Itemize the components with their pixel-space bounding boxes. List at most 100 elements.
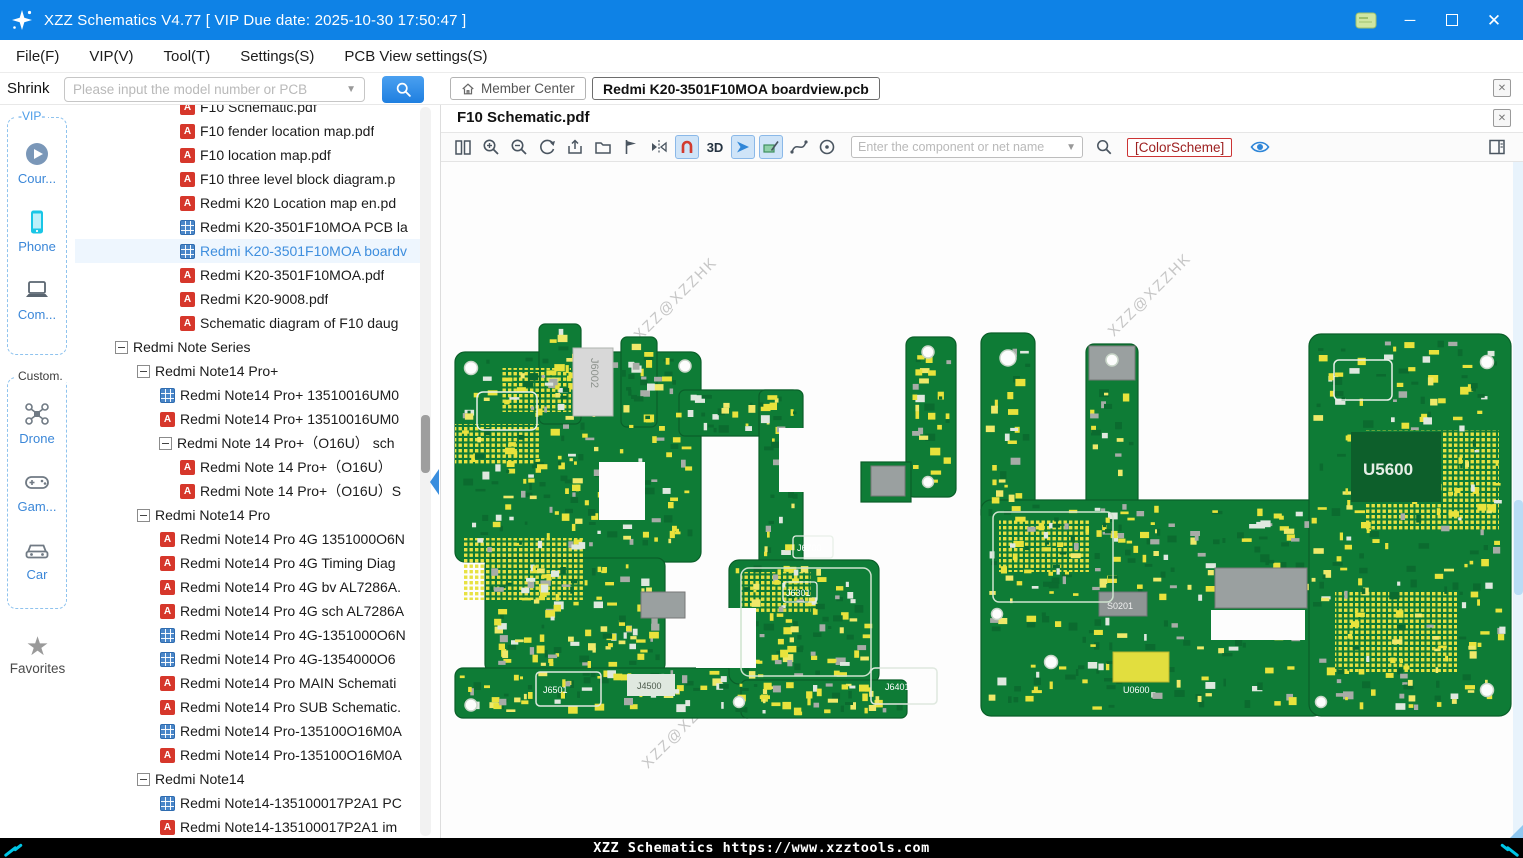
tree-item[interactable]: Redmi Note14 Pro+ 13510016UM0: [75, 407, 420, 431]
viewer-scrollbar-thumb[interactable]: [1514, 500, 1523, 595]
tree-item[interactable]: Redmi K20-3501F10MOA boardv: [75, 239, 420, 263]
pdf-file-icon[interactable]: [180, 267, 195, 283]
tree-item[interactable]: Redmi Note14 Pro 4G bv AL7286A.: [75, 575, 420, 599]
menu-settings[interactable]: Settings(S): [240, 48, 314, 65]
pdf-file-icon[interactable]: [180, 105, 195, 115]
tree-item[interactable]: Redmi Note14 Pro 4G Timing Diag: [75, 551, 420, 575]
component-search-button[interactable]: [1095, 138, 1113, 156]
tree-item[interactable]: Redmi K20 Location map en.pd: [75, 191, 420, 215]
highlight-net-button[interactable]: [675, 135, 699, 159]
tree-item[interactable]: Redmi Note14 Pro SUB Schematic.: [75, 695, 420, 719]
split-view-button[interactable]: [451, 135, 475, 159]
tree-item[interactable]: Redmi Note 14 Pro+（O16U）S: [75, 479, 420, 503]
flag-button[interactable]: [619, 135, 643, 159]
boardview-file-icon[interactable]: [160, 387, 175, 403]
tree-item[interactable]: Redmi K20-3501F10MOA.pdf: [75, 263, 420, 287]
tree-item[interactable]: F10 Schematic.pdf: [75, 105, 420, 119]
viewer-scrollbar[interactable]: [1513, 162, 1523, 838]
rail-item-computer[interactable]: Com...: [18, 276, 56, 322]
flip-top-button[interactable]: [563, 135, 587, 159]
collapse-expander-icon[interactable]: [115, 340, 128, 354]
pdf-file-icon[interactable]: [180, 171, 195, 187]
pdf-file-icon[interactable]: [180, 291, 195, 307]
tree-item[interactable]: Redmi Note14 Pro MAIN Schemati: [75, 671, 420, 695]
minimize-button[interactable]: ─: [1401, 11, 1419, 29]
tree-item[interactable]: Redmi Note14 Pro 4G sch AL7286A: [75, 599, 420, 623]
maximize-button[interactable]: [1443, 11, 1461, 29]
menu-file[interactable]: File(F): [16, 48, 59, 65]
collapse-expander-icon[interactable]: [137, 508, 150, 522]
pdf-file-icon[interactable]: [160, 555, 175, 571]
pdf-file-icon[interactable]: [160, 699, 175, 715]
rail-item-drone[interactable]: Drone: [19, 400, 55, 446]
pdf-file-icon[interactable]: [160, 531, 175, 547]
close-tab-row1-icon[interactable]: ✕: [1493, 79, 1511, 97]
tree-item[interactable]: Redmi Note14 Pro-135100O16M0A: [75, 743, 420, 767]
tree-scrollbar-thumb[interactable]: [421, 415, 430, 473]
flip-bottom-button[interactable]: [591, 135, 615, 159]
boardview-file-icon[interactable]: [180, 219, 195, 235]
tree-item[interactable]: F10 location map.pdf: [75, 143, 420, 167]
component-edit-button[interactable]: [759, 135, 783, 159]
tree-item[interactable]: Redmi K20-9008.pdf: [75, 287, 420, 311]
tab-boardview-pcb[interactable]: Redmi K20-3501F10MOA boardview.pcb: [592, 77, 880, 100]
threed-view-button[interactable]: 3D: [703, 135, 727, 159]
pcb-canvas[interactable]: XZZ@XZZHK XZZ@XZZHK XZZ@XZZHK J6002U5600…: [441, 162, 1523, 838]
measure-curve-button[interactable]: [787, 135, 811, 159]
collapse-expander-icon[interactable]: [137, 772, 150, 786]
pdf-file-icon[interactable]: [160, 675, 175, 691]
tree-group[interactable]: Redmi Note14 Pro+: [75, 359, 420, 383]
tree-group[interactable]: Redmi Note14 Pro: [75, 503, 420, 527]
tree-item[interactable]: Redmi Note14 Pro 4G-1351000O6N: [75, 623, 420, 647]
boardview-file-icon[interactable]: [180, 243, 195, 259]
menu-pcb-view-settings[interactable]: PCB View settings(S): [344, 48, 487, 65]
rail-item-game[interactable]: Gam...: [17, 468, 57, 514]
pdf-file-icon[interactable]: [160, 579, 175, 595]
colorscheme-button[interactable]: [ColorScheme]: [1127, 137, 1233, 157]
pdf-file-icon[interactable]: [180, 123, 195, 139]
pan-button[interactable]: [815, 135, 839, 159]
pdf-file-icon[interactable]: [180, 483, 195, 499]
close-button[interactable]: ✕: [1485, 11, 1503, 29]
collapse-expander-icon[interactable]: [137, 364, 150, 378]
menu-vip[interactable]: VIP(V): [89, 48, 133, 65]
rotate-button[interactable]: [535, 135, 559, 159]
chevron-down-icon[interactable]: ▼: [346, 84, 356, 95]
visibility-eye-icon[interactable]: [1250, 139, 1270, 155]
search-button[interactable]: [382, 76, 424, 103]
tree-item[interactable]: Redmi Note14 Pro 4G-1354000O6: [75, 647, 420, 671]
layers-panel-button[interactable]: [1487, 137, 1507, 157]
tree-group[interactable]: Redmi Note 14 Pro+（O16U） sch: [75, 431, 420, 455]
tree-item[interactable]: F10 three level block diagram.p: [75, 167, 420, 191]
tree-item[interactable]: F10 fender location map.pdf: [75, 119, 420, 143]
pdf-file-icon[interactable]: [180, 315, 195, 331]
collapse-panel-arrow[interactable]: [430, 469, 439, 495]
menu-tool[interactable]: Tool(T): [164, 48, 211, 65]
tab-member-center[interactable]: Member Center: [450, 77, 586, 100]
tree-item[interactable]: Redmi Note14 Pro 4G 1351000O6N: [75, 527, 420, 551]
boardview-file-icon[interactable]: [160, 627, 175, 643]
pdf-file-icon[interactable]: [180, 195, 195, 211]
pdf-file-icon[interactable]: [160, 411, 175, 427]
tree-item[interactable]: Redmi Note14 Pro-135100O16M0A: [75, 719, 420, 743]
boardview-file-icon[interactable]: [160, 795, 175, 811]
tree-item[interactable]: Redmi K20-3501F10MOA PCB la: [75, 215, 420, 239]
pdf-file-icon[interactable]: [180, 459, 195, 475]
tree-item[interactable]: Schematic diagram of F10 daug: [75, 311, 420, 335]
tree-item[interactable]: Redmi Note 14 Pro+（O16U）: [75, 455, 420, 479]
pdf-file-icon[interactable]: [160, 747, 175, 763]
tree-group[interactable]: Redmi Note14: [75, 767, 420, 791]
tree-item[interactable]: Redmi Note14-135100017P2A1 PC: [75, 791, 420, 815]
recharge-card-icon[interactable]: [1355, 12, 1377, 29]
rail-item-phone[interactable]: Phone: [18, 208, 56, 254]
rail-item-favorites[interactable]: ★ Favorites: [0, 633, 75, 676]
boardview-file-icon[interactable]: [160, 723, 175, 739]
shrink-button[interactable]: Shrink: [7, 80, 50, 97]
collapse-expander-icon[interactable]: [159, 436, 172, 450]
boardview-file-icon[interactable]: [160, 651, 175, 667]
component-search-input[interactable]: [858, 140, 1063, 154]
select-arrow-button[interactable]: [731, 135, 755, 159]
chevron-down-icon[interactable]: ▼: [1066, 142, 1076, 153]
model-search-input[interactable]: [73, 82, 343, 97]
tab-f10-schematic[interactable]: F10 Schematic.pdf: [457, 109, 590, 126]
